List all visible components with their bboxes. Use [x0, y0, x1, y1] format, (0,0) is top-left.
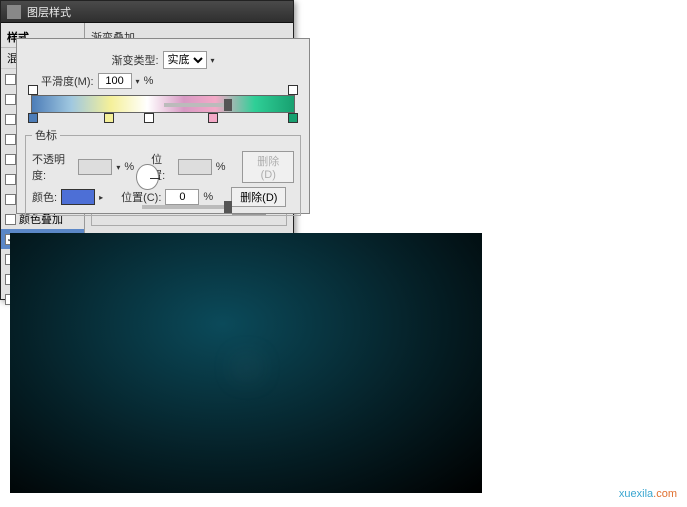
stop-color-label: 颜色: [32, 189, 57, 205]
window-title: 图层样式 [27, 4, 71, 20]
stop-position-c-label: 位置(C): [121, 189, 161, 205]
effect-preview: ifeiwu [10, 233, 482, 493]
stop-opacity-label: 不透明度: [32, 151, 74, 183]
color-stop[interactable] [104, 113, 114, 123]
slider-thumb-icon[interactable] [224, 201, 232, 213]
percent-label: % [144, 75, 154, 87]
style-checkbox[interactable] [5, 114, 16, 125]
gradient-type-label: 渐变类型: [111, 52, 158, 68]
delete-stop-button: 删除(D) [242, 151, 294, 183]
gradient-type-select[interactable]: 实底 [163, 51, 207, 69]
stops-fieldset: 色标 不透明度: ▾ % 位置: % 删除(D) 颜色: ▸ 位置(C): % … [25, 127, 301, 216]
style-checkbox[interactable] [5, 154, 16, 165]
stepper-icon[interactable]: ▾ [136, 77, 140, 86]
opacity-stop[interactable] [288, 85, 298, 95]
percent-label: % [216, 161, 226, 173]
delete-stop-button[interactable]: 删除(D) [231, 187, 286, 207]
slider-thumb-icon[interactable] [224, 99, 232, 111]
dropdown-icon: ▾ [211, 56, 215, 65]
window-icon [7, 5, 21, 19]
watermark: xuexila.com [619, 480, 677, 503]
stops-legend: 色标 [32, 127, 60, 143]
color-stop[interactable] [288, 113, 298, 123]
gradient-editor-panel: 渐变类型: 实底 ▾ 平滑度(M): ▾ % 色标 不透明度: ▾ % 位置: … [16, 38, 310, 214]
style-checkbox[interactable] [5, 174, 16, 185]
dropdown-icon[interactable]: ▸ [99, 193, 103, 202]
color-stop[interactable] [144, 113, 154, 123]
color-swatch[interactable] [61, 189, 95, 205]
style-checkbox[interactable] [5, 74, 16, 85]
stop-position-input [178, 159, 212, 175]
percent-label: % [203, 191, 213, 203]
scale-slider[interactable] [142, 205, 228, 209]
style-checkbox[interactable] [5, 214, 16, 225]
smoothness-input[interactable] [98, 73, 132, 89]
opacity-stop[interactable] [28, 85, 38, 95]
angle-dial[interactable] [136, 164, 158, 190]
stop-opacity-input [78, 159, 112, 175]
opacity-slider[interactable] [164, 103, 228, 107]
preview-text: ifeiwu [242, 362, 250, 374]
style-checkbox[interactable] [5, 94, 16, 105]
smoothness-label: 平滑度(M): [41, 73, 94, 89]
watermark-b: .com [653, 488, 677, 500]
watermark-a: xuexila [619, 488, 653, 500]
percent-label: % [124, 161, 134, 173]
color-stop[interactable] [28, 113, 38, 123]
style-checkbox[interactable] [5, 194, 16, 205]
titlebar[interactable]: 图层样式 [1, 1, 293, 23]
stepper-icon: ▾ [116, 163, 120, 172]
style-checkbox[interactable] [5, 134, 16, 145]
color-stop[interactable] [208, 113, 218, 123]
stop-position-c-input[interactable] [165, 189, 199, 205]
